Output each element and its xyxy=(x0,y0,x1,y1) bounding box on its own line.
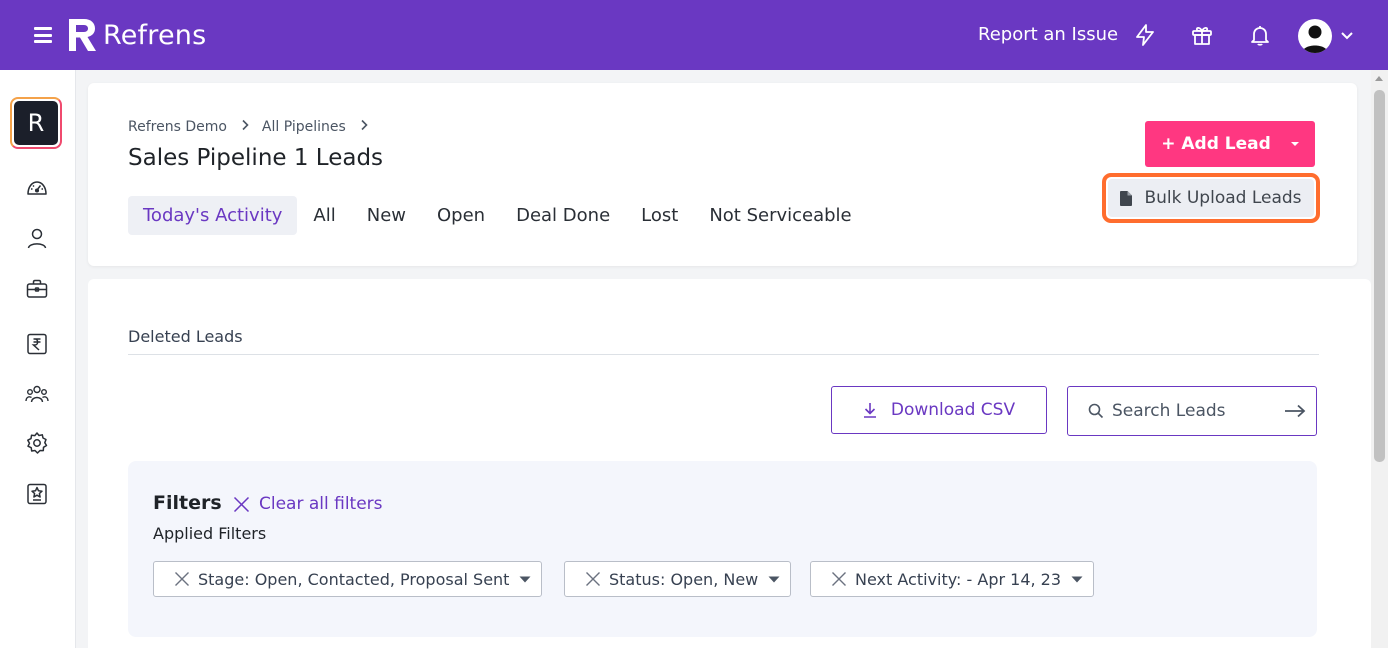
close-icon[interactable] xyxy=(831,571,847,587)
page-title: Sales Pipeline 1 Leads xyxy=(128,145,384,171)
download-csv-button[interactable]: Download CSV xyxy=(831,386,1047,434)
tab-open[interactable]: Open xyxy=(422,196,500,235)
profile-menu[interactable] xyxy=(1298,19,1354,53)
team-icon[interactable] xyxy=(25,382,49,406)
scrollbar-thumb[interactable] xyxy=(1374,90,1385,462)
close-icon xyxy=(233,496,250,512)
org-switcher[interactable]: R xyxy=(10,97,62,149)
caret-down-icon xyxy=(768,576,780,583)
tab-all[interactable]: All xyxy=(298,196,350,235)
tab-new[interactable]: New xyxy=(352,196,421,235)
lightning-icon[interactable] xyxy=(1133,23,1157,47)
breadcrumb-all-pipelines[interactable]: All Pipelines xyxy=(262,119,346,135)
filter-chip-status[interactable]: Status: Open, New xyxy=(564,561,792,597)
caret-down-icon xyxy=(1071,576,1083,583)
rupee-document-icon[interactable] xyxy=(25,332,49,356)
caret-down-icon xyxy=(519,576,531,583)
dashboard-icon[interactable] xyxy=(25,176,49,200)
download-csv-label: Download CSV xyxy=(890,400,1016,420)
brand-name: Refrens xyxy=(103,19,207,51)
top-navbar: Refrens Report an Issue xyxy=(0,0,1388,70)
applied-filters-label: Applied Filters xyxy=(153,524,267,543)
download-icon xyxy=(863,403,876,418)
bulk-upload-leads-label: Bulk Upload Leads xyxy=(1144,188,1302,208)
refrens-logo-mark-icon xyxy=(69,19,96,51)
chevron-right-icon xyxy=(360,119,368,135)
chevron-down-icon xyxy=(1341,32,1353,40)
user-icon[interactable] xyxy=(25,226,49,250)
search-icon xyxy=(1088,403,1104,419)
leads-content-card: Deleted Leads Download CSV Filters Clear… xyxy=(88,279,1371,648)
tab-lost[interactable]: Lost xyxy=(626,196,693,235)
refrens-logo[interactable]: Refrens xyxy=(66,16,206,54)
close-icon[interactable] xyxy=(174,571,190,587)
filter-chip-label: Status: Open, New xyxy=(609,569,759,589)
briefcase-icon[interactable] xyxy=(25,277,49,301)
filter-chip-label: Next Activity: - Apr 14, 23 xyxy=(855,569,1062,589)
gift-icon[interactable] xyxy=(1190,23,1214,47)
org-initial: R xyxy=(14,101,58,145)
pipeline-header-card: Refrens Demo All Pipelines Sales Pipelin… xyxy=(88,83,1357,266)
bell-icon[interactable] xyxy=(1248,23,1272,47)
breadcrumb: Refrens Demo All Pipelines xyxy=(128,119,381,135)
breadcrumb-refrens-demo[interactable]: Refrens Demo xyxy=(128,119,227,135)
settings-icon[interactable] xyxy=(25,431,49,455)
filter-chip-next-activity[interactable]: Next Activity: - Apr 14, 23 xyxy=(810,561,1095,597)
tab-not-serviceable[interactable]: Not Serviceable xyxy=(694,196,866,235)
divider xyxy=(128,354,1319,355)
filters-panel: Filters Clear all filters Applied Filter… xyxy=(128,461,1317,637)
lead-status-tabs: Today's Activity All New Open Deal Done … xyxy=(128,196,868,235)
arrow-right-icon[interactable] xyxy=(1284,404,1306,418)
filter-chip-stage[interactable]: Stage: Open, Contacted, Proposal Sent xyxy=(153,561,543,597)
add-lead-button[interactable]: + Add Lead xyxy=(1145,121,1275,167)
star-badge-icon[interactable] xyxy=(25,482,49,506)
page-scrollbar[interactable] xyxy=(1371,70,1388,648)
sidebar: R xyxy=(0,70,76,648)
add-lead-split-button: + Add Lead xyxy=(1145,121,1315,167)
report-issue-link[interactable]: Report an Issue xyxy=(978,24,1118,45)
clear-all-filters-button[interactable]: Clear all filters xyxy=(233,494,383,514)
file-icon xyxy=(1120,190,1133,206)
caret-down-icon[interactable] xyxy=(1275,121,1315,167)
close-icon[interactable] xyxy=(585,571,601,587)
deleted-leads-link[interactable]: Deleted Leads xyxy=(128,327,243,346)
bulk-upload-leads-button[interactable]: Bulk Upload Leads xyxy=(1102,173,1320,223)
chevron-right-icon xyxy=(241,119,249,135)
bulk-upload-leads-label-wrap: Bulk Upload Leads xyxy=(1108,179,1314,217)
clear-all-filters-label: Clear all filters xyxy=(259,494,383,514)
tab-todays-activity[interactable]: Today's Activity xyxy=(128,196,298,235)
scroll-up-arrow-icon[interactable] xyxy=(1375,76,1383,81)
filters-title: Filters xyxy=(153,492,222,514)
search-leads-input[interactable] xyxy=(1112,401,1272,421)
user-avatar-icon xyxy=(1298,19,1332,53)
search-leads-box xyxy=(1067,386,1317,436)
menu-icon[interactable] xyxy=(34,27,52,43)
tab-deal-done[interactable]: Deal Done xyxy=(501,196,625,235)
filter-chip-label: Stage: Open, Contacted, Proposal Sent xyxy=(198,569,510,589)
